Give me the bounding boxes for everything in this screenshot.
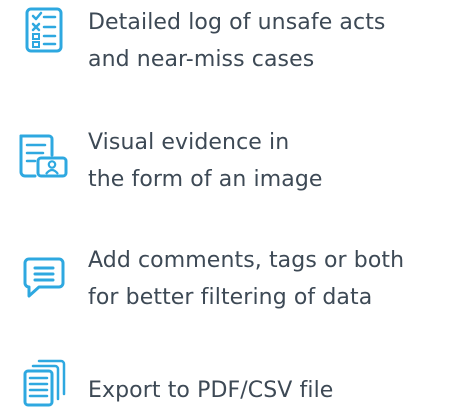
feature-item-export: Export to PDF/CSV file bbox=[14, 354, 468, 418]
feature-line: and near-miss cases bbox=[88, 47, 315, 72]
feature-line: Add comments, tags or both bbox=[88, 248, 405, 273]
export-files-icon bbox=[14, 354, 74, 418]
feature-line: Detailed log of unsafe acts bbox=[88, 10, 386, 35]
feature-line: for better filtering of data bbox=[88, 285, 373, 310]
feature-item-comments: Add comments, tags or both for better fi… bbox=[14, 242, 468, 316]
feature-line: Export to PDF/CSV file bbox=[88, 378, 334, 403]
document-photo-icon bbox=[14, 118, 74, 192]
feature-text: Detailed log of unsafe acts and near-mis… bbox=[88, 0, 386, 78]
comment-icon bbox=[14, 242, 74, 315]
feature-text: Add comments, tags or both for better fi… bbox=[88, 242, 404, 316]
feature-text: Export to PDF/CSV file bbox=[88, 354, 333, 409]
feature-line: Visual evidence in bbox=[88, 130, 290, 155]
checklist-icon bbox=[14, 0, 74, 66]
feature-line: the form of an image bbox=[88, 167, 323, 192]
feature-text: Visual evidence in the form of an image bbox=[88, 118, 323, 198]
feature-item-evidence: Visual evidence in the form of an image bbox=[14, 118, 468, 198]
feature-item-log: Detailed log of unsafe acts and near-mis… bbox=[14, 0, 468, 78]
